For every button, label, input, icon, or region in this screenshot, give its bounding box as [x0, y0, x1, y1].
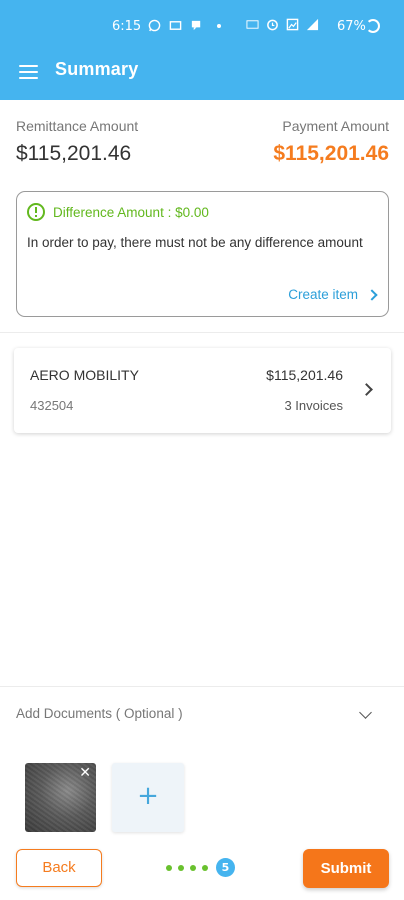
chevron-right-icon [366, 288, 378, 301]
menu-icon[interactable] [19, 65, 38, 79]
difference-header: Difference Amount : $0.00 [27, 203, 209, 221]
remittance-amount-label: Remittance Amount [16, 118, 139, 134]
battery-icon [366, 19, 380, 33]
add-documents-label: Add Documents ( Optional ) [16, 706, 183, 721]
add-document-button[interactable]: + [112, 763, 184, 832]
header-bar: 6:15 67% Summary [0, 0, 404, 100]
battery-percent: 67% [337, 19, 366, 34]
gallery-icon [286, 18, 299, 31]
data-speed-icon [246, 20, 259, 29]
submit-button[interactable]: Submit [303, 849, 389, 888]
chat-icon [191, 20, 201, 31]
remittance-amount-value: $115,201.46 [16, 142, 132, 165]
vendor-name: AERO MOBILITY [30, 367, 139, 383]
vendor-id: 432504 [30, 398, 74, 413]
step-dot-complete [178, 864, 184, 871]
page-title: Summary [55, 59, 139, 79]
vendor-card[interactable]: AERO MOBILITY 432504 $115,201.46 3 Invoi… [14, 348, 391, 433]
payment-amount-value: $115,201.46 [273, 142, 389, 165]
status-time: 6:15 [112, 19, 142, 34]
more-notifications-dot [217, 23, 221, 28]
step-dot-complete [202, 864, 208, 871]
status-bar: 6:15 67% [0, 0, 404, 40]
remove-document-icon[interactable]: ✕ [79, 766, 91, 780]
chevron-down-icon[interactable] [359, 706, 372, 719]
create-item-label: Create item [288, 287, 358, 302]
payment-amount-label: Payment Amount [282, 118, 389, 134]
section-divider [0, 332, 404, 333]
status-system-icons [246, 18, 319, 31]
back-button[interactable]: Back [16, 849, 102, 887]
app-bar: Summary [0, 48, 404, 94]
current-step-badge: 5 [216, 858, 235, 877]
difference-amount-title: Difference Amount : $0.00 [53, 204, 209, 220]
section-divider [0, 686, 404, 687]
difference-card: Difference Amount : $0.00 In order to pa… [16, 191, 389, 317]
difference-message: In order to pay, there must not be any d… [27, 235, 363, 250]
warning-icon [27, 203, 45, 221]
step-indicator: 5 [166, 858, 235, 877]
chevron-right-icon [360, 383, 373, 396]
step-dot-complete [166, 864, 172, 871]
step-dot-complete [190, 864, 196, 871]
vendor-amount: $115,201.46 [266, 367, 343, 383]
mail-icon [169, 21, 182, 30]
vendor-invoice-count: 3 Invoices [284, 398, 343, 413]
document-thumbnail[interactable]: ✕ [25, 763, 96, 832]
whatsapp-icon [148, 19, 161, 32]
signal-icon [306, 18, 319, 31]
alarm-icon [267, 19, 278, 31]
create-item-link[interactable]: Create item [288, 287, 378, 302]
status-notification-icons [148, 19, 221, 32]
